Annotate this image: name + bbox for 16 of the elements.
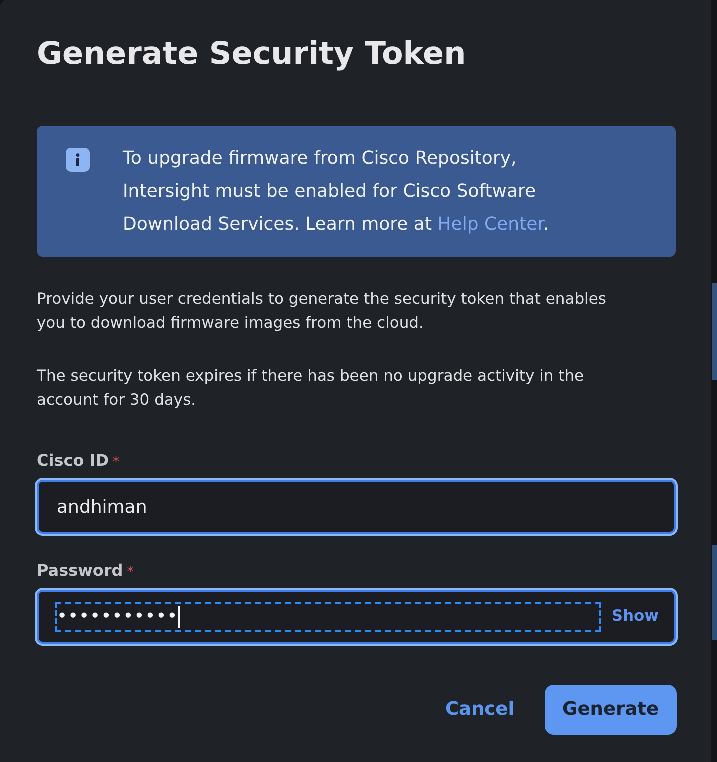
text-field[interactable]: andhiman [37, 480, 676, 534]
cancel-button[interactable]: Cancel [433, 685, 527, 735]
field-label: Password [37, 560, 124, 582]
password-field[interactable]: ••••••••••• Show [37, 590, 676, 644]
info-icon [66, 148, 90, 172]
info-message: To upgrade firmware from Cisco Repository, Intersight must be enabled for Cisco Software Download Services. Learn more at Help Center. [123, 147, 550, 237]
required-mark: * [113, 454, 120, 472]
field-label: Cisco ID [37, 450, 110, 472]
description-text: The security token expires if there has been no upgrade activity in the account for 30 days. [37, 366, 586, 411]
show-password-button[interactable]: Show [612, 605, 659, 629]
description-text: Provide your user credentials to generate the security token that enables you to download firmware images from the cloud. [37, 289, 608, 334]
generate-button[interactable]: Generate [544, 685, 677, 735]
required-mark: * [127, 564, 134, 582]
text-cursor-icon [178, 606, 180, 628]
dialog-title: Generate Security Token [37, 36, 468, 73]
help-center-link[interactable]: Help Center [438, 214, 544, 235]
